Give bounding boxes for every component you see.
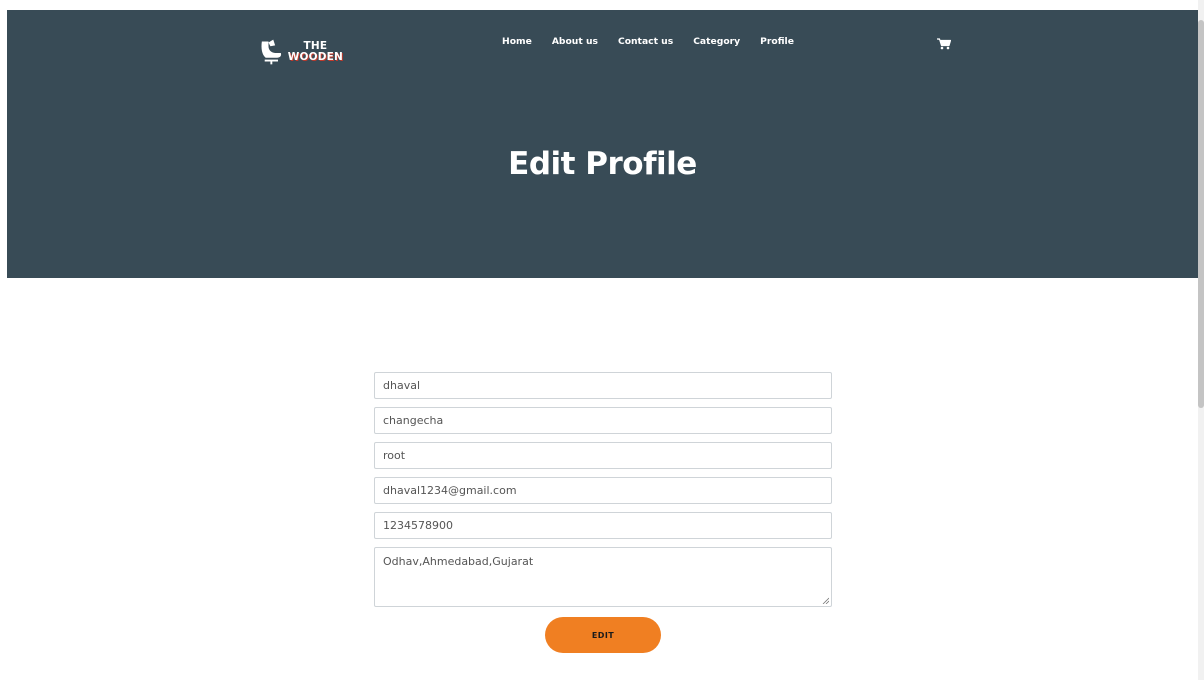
brand-name: THE WOODEN [288, 41, 343, 63]
last-name-field[interactable]: changecha [374, 407, 832, 434]
nav-link-home[interactable]: Home [502, 36, 532, 47]
nav-link-about-us[interactable]: About us [552, 36, 598, 47]
chair-icon [261, 39, 282, 65]
edit-profile-form: dhaval changecha root dhaval1234@gmail.c… [374, 372, 832, 653]
first-name-field[interactable]: dhaval [374, 372, 832, 399]
email-field[interactable]: dhaval1234@gmail.com [374, 477, 832, 504]
phone-field[interactable]: 1234578900 [374, 512, 832, 539]
brand-logo[interactable]: THE WOODEN [259, 32, 343, 72]
address-value: Odhav,Ahmedabad,Gujarat [383, 555, 534, 568]
edit-button[interactable]: EDIT [545, 617, 661, 653]
main-nav: Home About us Contact us Category Profil… [502, 36, 814, 47]
brand-line-2: WOODEN [287, 51, 343, 63]
nav-link-category[interactable]: Category [693, 36, 740, 47]
nav-link-contact-us[interactable]: Contact us [618, 36, 673, 47]
username-field[interactable]: root [374, 442, 832, 469]
nav-link-profile[interactable]: Profile [760, 36, 794, 47]
resize-handle-icon[interactable] [822, 597, 829, 604]
address-textarea[interactable]: Odhav,Ahmedabad,Gujarat [374, 547, 832, 607]
cart-icon[interactable] [937, 38, 951, 50]
page-scrollbar-thumb[interactable] [1198, 20, 1204, 408]
page-title: Edit Profile [508, 146, 697, 182]
hero-header: THE WOODEN Home About us Contact us Cate… [7, 10, 1198, 278]
